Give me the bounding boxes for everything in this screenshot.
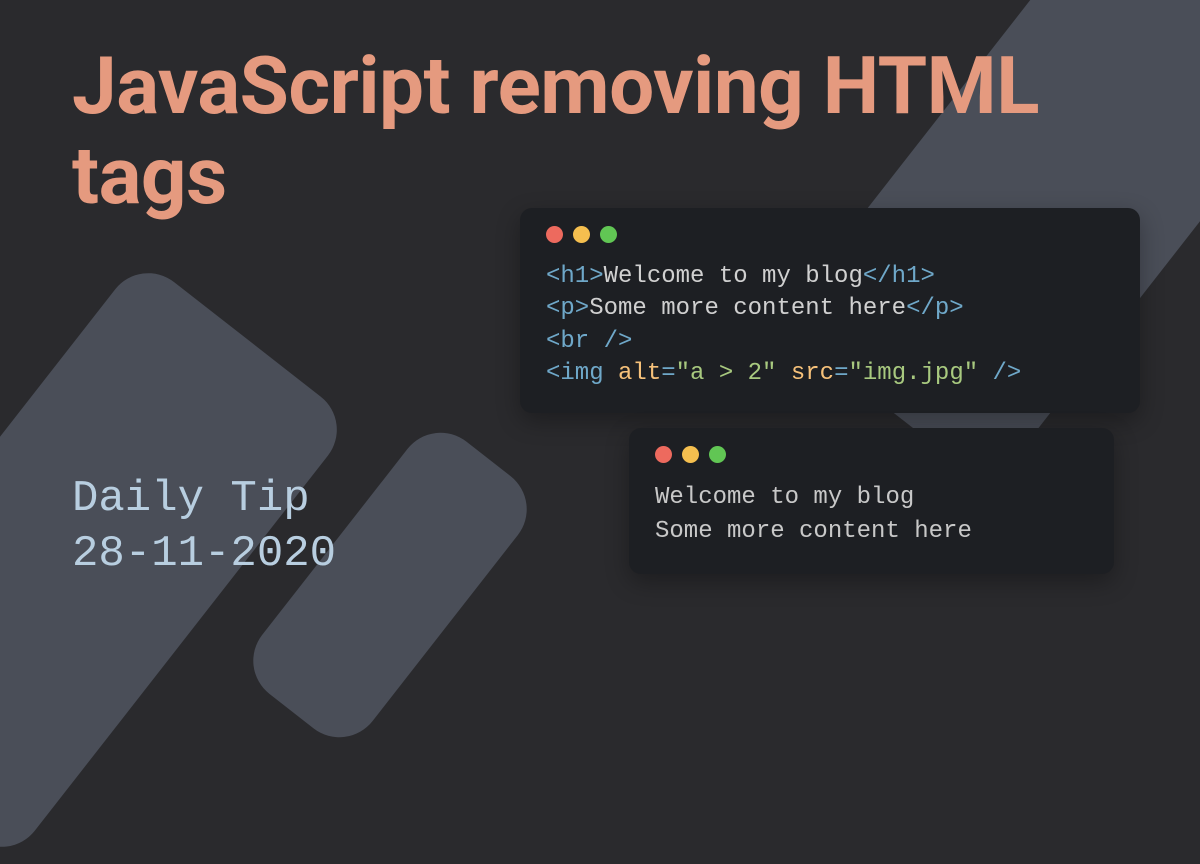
code-window-output: Welcome to my blog Some more content her… bbox=[629, 428, 1114, 574]
code-content-output: Welcome to my blog Some more content her… bbox=[655, 481, 1088, 548]
subtitle: Daily Tip 28-11-2020 bbox=[72, 472, 336, 582]
traffic-lights bbox=[655, 446, 1088, 463]
code-window-input: <h1>Welcome to my blog</h1><p>Some more … bbox=[520, 208, 1140, 413]
subtitle-label: Daily Tip bbox=[72, 472, 336, 527]
traffic-light-red-icon bbox=[546, 226, 563, 243]
traffic-light-green-icon bbox=[600, 226, 617, 243]
traffic-light-green-icon bbox=[709, 446, 726, 463]
traffic-light-yellow-icon bbox=[573, 226, 590, 243]
traffic-lights bbox=[546, 226, 1114, 243]
traffic-light-yellow-icon bbox=[682, 446, 699, 463]
page-title: JavaScript removing HTML tags bbox=[72, 42, 1072, 221]
subtitle-date: 28-11-2020 bbox=[72, 527, 336, 582]
code-content-input: <h1>Welcome to my blog</h1><p>Some more … bbox=[546, 261, 1114, 391]
traffic-light-red-icon bbox=[655, 446, 672, 463]
